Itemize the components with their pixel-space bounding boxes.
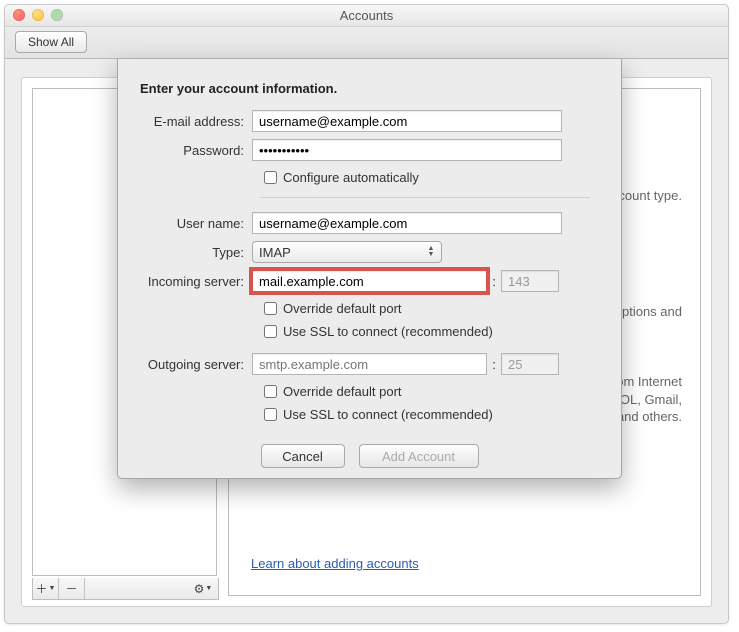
configure-auto-label: Configure automatically <box>283 170 419 185</box>
label-incoming: Incoming server: <box>140 274 252 289</box>
accounts-window: Accounts Show All ＋▼ － ⚙▼ select an acco… <box>4 4 729 624</box>
incoming-ssl-label: Use SSL to connect (recommended) <box>283 324 493 339</box>
outgoing-override-port-checkbox[interactable] <box>264 385 277 398</box>
toolbar: Show All <box>5 27 728 59</box>
incoming-ssl-checkbox[interactable] <box>264 325 277 338</box>
incoming-override-port-label: Override default port <box>283 301 402 316</box>
label-outgoing: Outgoing server: <box>140 357 252 372</box>
divider <box>260 197 590 198</box>
background-hint: options and <box>615 304 682 319</box>
accounts-list-footer: ＋▼ － ⚙▼ <box>32 578 219 600</box>
type-value: IMAP <box>259 245 291 260</box>
incoming-port-field <box>501 270 559 292</box>
account-setup-sheet: Enter your account information. E-mail a… <box>117 59 622 479</box>
close-icon[interactable] <box>13 9 25 21</box>
minimize-icon[interactable] <box>32 9 44 21</box>
outgoing-override-port-label: Override default port <box>283 384 402 399</box>
zoom-icon[interactable] <box>51 9 63 21</box>
chevron-updown-icon: ▲▼ <box>424 244 438 260</box>
outgoing-port-field <box>501 353 559 375</box>
port-separator: : <box>487 357 501 372</box>
window-controls <box>13 9 63 21</box>
email-field[interactable] <box>252 110 562 132</box>
outgoing-ssl-label: Use SSL to connect (recommended) <box>283 407 493 422</box>
label-type: Type: <box>140 245 252 260</box>
sheet-heading: Enter your account information. <box>140 81 599 96</box>
cancel-button[interactable]: Cancel <box>261 444 345 468</box>
port-separator: : <box>487 274 501 289</box>
label-username: User name: <box>140 216 252 231</box>
type-select[interactable]: IMAP ▲▼ <box>252 241 442 263</box>
titlebar: Accounts <box>5 5 728 27</box>
outgoing-server-field[interactable] <box>252 353 487 375</box>
remove-account-button[interactable]: － <box>59 578 85 599</box>
add-account-button[interactable]: ＋▼ <box>33 578 59 599</box>
add-account-button[interactable]: Add Account <box>359 444 479 468</box>
password-field[interactable] <box>252 139 562 161</box>
username-field[interactable] <box>252 212 562 234</box>
label-email: E-mail address: <box>140 114 252 129</box>
learn-link[interactable]: Learn about adding accounts <box>251 555 419 573</box>
configure-auto-checkbox[interactable] <box>264 171 277 184</box>
incoming-server-field[interactable] <box>252 270 487 292</box>
show-all-button[interactable]: Show All <box>15 31 87 53</box>
actions-button[interactable]: ⚙▼ <box>188 578 218 599</box>
outgoing-ssl-checkbox[interactable] <box>264 408 277 421</box>
incoming-override-port-checkbox[interactable] <box>264 302 277 315</box>
label-password: Password: <box>140 143 252 158</box>
window-title: Accounts <box>340 8 393 23</box>
